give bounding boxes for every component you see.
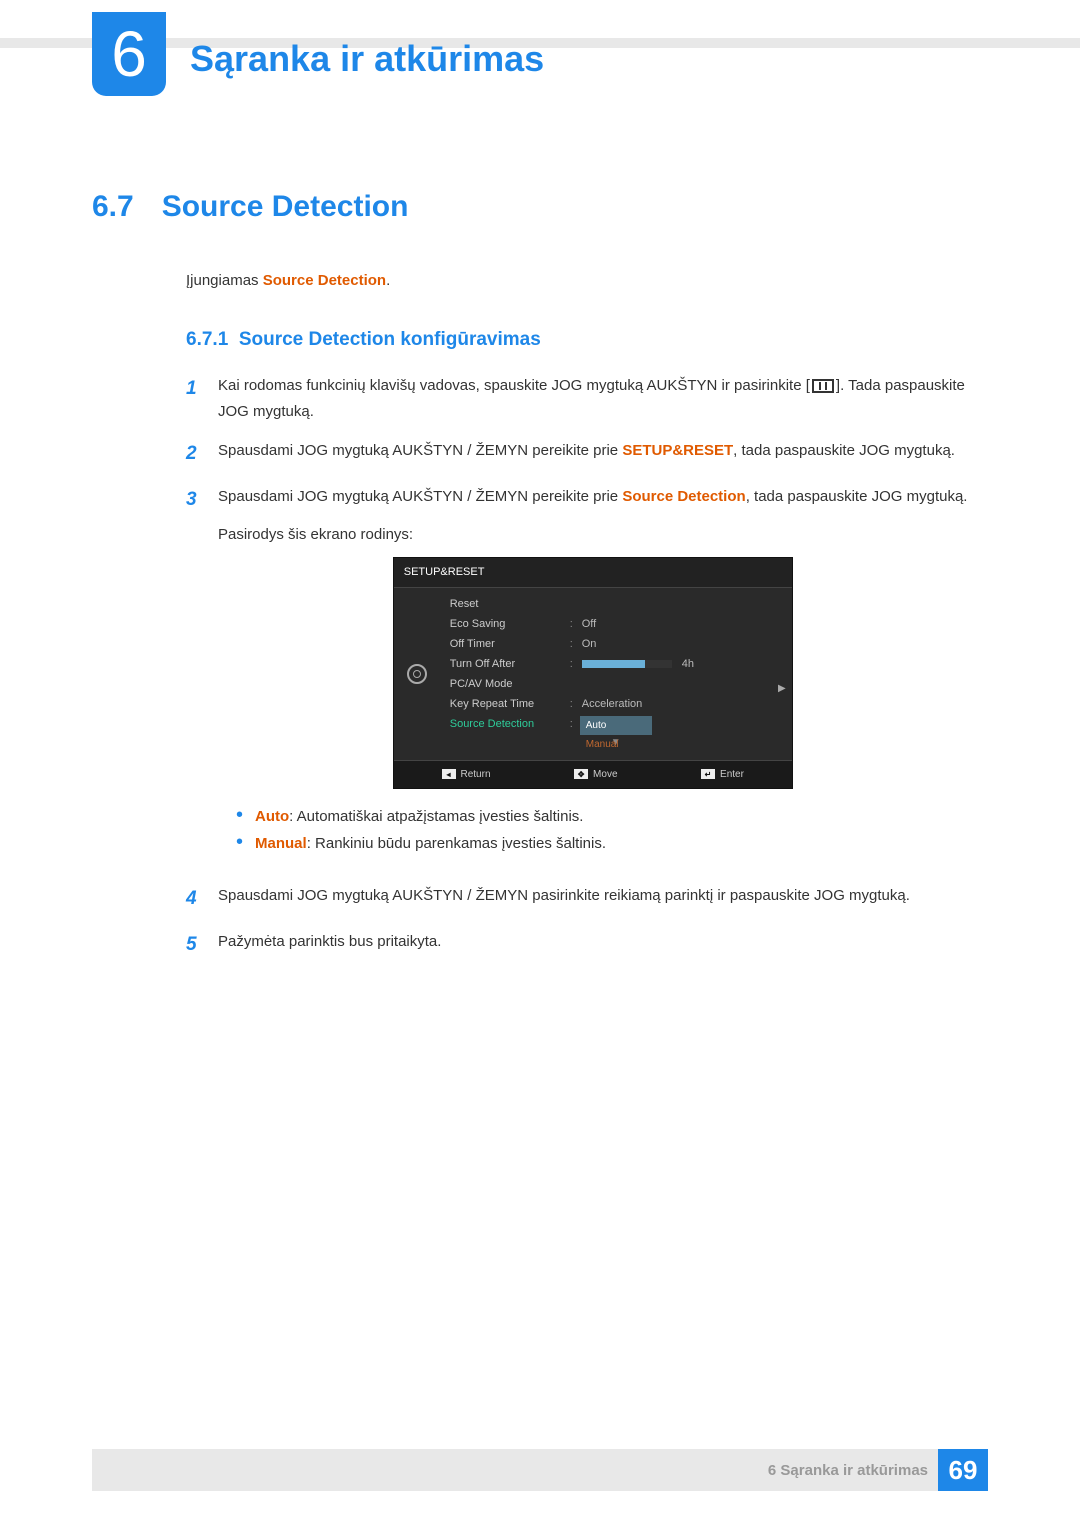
osd-colon: : <box>570 695 582 714</box>
intro-prefix: Įjungiamas <box>186 272 263 289</box>
step2-post: , tada paspauskite JOG mygtuką. <box>733 442 955 459</box>
osd-label: Eco Saving <box>450 615 570 634</box>
content-area: 6.7 Source Detection Įjungiamas Source D… <box>92 190 988 976</box>
step-number: 1 <box>186 373 204 424</box>
osd-label: Key Repeat Time <box>450 695 570 714</box>
bullet-desc: : Rankiniu būdu parenkamas įvesties šalt… <box>307 835 606 852</box>
osd-label: Off Timer <box>450 635 570 654</box>
bullet-auto: • Auto: Automatiškai atpažįstamas įvesti… <box>236 803 967 830</box>
osd-footer-label: Enter <box>720 766 744 783</box>
chapter-number-badge: 6 <box>92 12 166 96</box>
option-bullets: • Auto: Automatiškai atpažįstamas įvesti… <box>236 803 967 857</box>
page-number: 69 <box>938 1449 988 1491</box>
move-icon: ✥ <box>574 769 588 779</box>
bullet-label: Manual <box>255 835 307 852</box>
subsection-number: 6.7.1 <box>186 329 228 350</box>
step2-highlight: SETUP&RESET <box>622 442 733 459</box>
chapter-title: Sąranka ir atkūrimas <box>190 38 544 80</box>
osd-body: Reset Eco Saving:Off Off Timer:On Turn O… <box>394 588 792 760</box>
step-number: 2 <box>186 438 204 470</box>
step-number: 4 <box>186 883 204 915</box>
osd-footer-move: ✥ Move <box>574 766 617 783</box>
osd-bar-label: 4h <box>682 658 694 670</box>
intro-suffix: . <box>386 272 390 289</box>
bullet-dot-icon: • <box>236 830 243 857</box>
osd-option-manual: Manual <box>580 735 652 754</box>
osd-icon-column <box>394 588 440 760</box>
osd-label: Turn Off After <box>450 655 570 674</box>
osd-row-reset: Reset <box>446 594 786 614</box>
section-number: 6.7 <box>92 190 134 224</box>
osd-title: SETUP&RESET <box>394 558 792 588</box>
bullet-label: Auto <box>255 808 289 825</box>
subsection-heading: 6.7.1 Source Detection konfigūravimas <box>186 329 988 351</box>
chevron-right-icon: ▶ <box>778 680 786 697</box>
step-text: Spausdami JOG mygtuką AUKŠTYN / ŽEMYN pa… <box>218 883 910 915</box>
osd-colon: : <box>570 635 582 654</box>
bullet-dot-icon: • <box>236 803 243 830</box>
osd-value: Acceleration <box>582 695 782 714</box>
bullet-manual: • Manual: Rankiniu būdu parenkamas įvest… <box>236 830 967 857</box>
subsection-title: Source Detection konfigūravimas <box>239 329 541 350</box>
osd-footer-enter: ↵ Enter <box>701 766 744 783</box>
steps-list: 1 Kai rodomas funkcinių klavišų vadovas,… <box>186 373 988 962</box>
step-5: 5 Pažymėta parinktis bus pritaikyta. <box>186 929 988 961</box>
step-text: Spausdami JOG mygtuką AUKŠTYN / ŽEMYN pe… <box>218 484 967 869</box>
osd-colon: : <box>570 615 582 634</box>
intro-highlight: Source Detection <box>263 272 386 289</box>
bullet-desc: : Automatiškai atpažįstamas įvesties šal… <box>289 808 583 825</box>
step-text: Pažymėta parinktis bus pritaikyta. <box>218 929 441 961</box>
step-text: Kai rodomas funkcinių klavišų vadovas, s… <box>218 373 988 424</box>
osd-option-auto: Auto <box>580 716 652 735</box>
osd-row-keyrepeat: Key Repeat Time:Acceleration <box>446 694 786 714</box>
osd-row-offtimer: Off Timer:On <box>446 634 786 654</box>
osd-panel: SETUP&RESET Reset Eco Saving:Off Off Tim… <box>393 557 793 789</box>
osd-value: Off <box>582 615 782 634</box>
step-1: 1 Kai rodomas funkcinių klavišų vadovas,… <box>186 373 988 424</box>
page-footer: 6 Sąranka ir atkūrimas 69 <box>92 1449 988 1491</box>
footer-chapter-ref: 6 Sąranka ir atkūrimas <box>768 1462 928 1479</box>
osd-label: Source Detection <box>450 715 570 734</box>
step3-pre: Spausdami JOG mygtuką AUKŠTYN / ŽEMYN pe… <box>218 488 622 505</box>
osd-row-turnoff: Turn Off After: 4h <box>446 654 786 674</box>
osd-value: 4h <box>582 655 782 674</box>
step1-text-pre: Kai rodomas funkcinių klavišų vadovas, s… <box>218 377 810 394</box>
osd-colon: : <box>570 655 582 674</box>
step-number: 5 <box>186 929 204 961</box>
step-4: 4 Spausdami JOG mygtuką AUKŠTYN / ŽEMYN … <box>186 883 988 915</box>
osd-row-eco: Eco Saving:Off <box>446 614 786 634</box>
bullet-text: Manual: Rankiniu būdu parenkamas įvestie… <box>255 830 606 857</box>
bullet-text: Auto: Automatiškai atpažįstamas įvesties… <box>255 803 583 830</box>
step-2: 2 Spausdami JOG mygtuką AUKŠTYN / ŽEMYN … <box>186 438 988 470</box>
step2-pre: Spausdami JOG mygtuką AUKŠTYN / ŽEMYN pe… <box>218 442 622 459</box>
return-icon: ◂ <box>442 769 456 779</box>
osd-dropdown: Auto Manual <box>580 716 652 754</box>
osd-row-pcav: PC/AV Mode <box>446 674 786 694</box>
enter-icon: ↵ <box>701 769 715 779</box>
osd-label: PC/AV Mode <box>450 675 570 694</box>
osd-screenshot: SETUP&RESET Reset Eco Saving:Off Off Tim… <box>218 557 967 789</box>
step3-after: Pasirodys šis ekrano rodinys: <box>218 522 967 548</box>
section-title: Source Detection <box>162 190 409 224</box>
osd-value: On <box>582 635 782 654</box>
step3-highlight: Source Detection <box>622 488 745 505</box>
osd-label: Reset <box>450 595 570 614</box>
step3-post: , tada paspauskite JOG mygtuką. <box>746 488 968 505</box>
step-3: 3 Spausdami JOG mygtuką AUKŠTYN / ŽEMYN … <box>186 484 988 869</box>
step-number: 3 <box>186 484 204 869</box>
osd-footer-return: ◂ Return <box>442 766 491 783</box>
section-heading: 6.7 Source Detection <box>92 190 988 224</box>
osd-footer: ◂ Return ✥ Move ↵ Enter <box>394 760 792 788</box>
osd-progress-bar <box>582 660 672 668</box>
gear-icon <box>407 664 427 684</box>
intro-text: Įjungiamas Source Detection. <box>186 272 988 289</box>
osd-footer-label: Move <box>593 766 617 783</box>
step-text: Spausdami JOG mygtuką AUKŠTYN / ŽEMYN pe… <box>218 438 955 470</box>
menu-icon <box>812 379 834 393</box>
osd-footer-label: Return <box>461 766 491 783</box>
